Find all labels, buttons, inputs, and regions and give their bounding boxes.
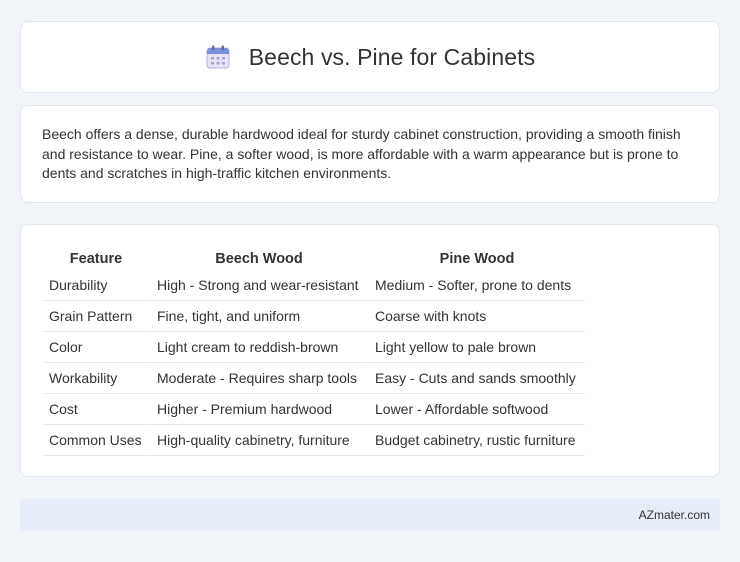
comparison-table: Feature Beech Wood Pine Wood Durability … xyxy=(43,245,585,456)
cell-feature: Durability xyxy=(43,270,149,301)
cell-pine: Coarse with knots xyxy=(367,301,585,332)
table-row: Grain Pattern Fine, tight, and uniform C… xyxy=(43,301,585,332)
cell-pine: Lower - Affordable softwood xyxy=(367,394,585,425)
cell-beech: Light cream to reddish-brown xyxy=(149,332,367,363)
cell-beech: Higher - Premium hardwood xyxy=(149,394,367,425)
table-row: Common Uses High-quality cabinetry, furn… xyxy=(43,425,585,456)
calendar-icon xyxy=(206,45,230,69)
table-row: Color Light cream to reddish-brown Light… xyxy=(43,332,585,363)
table-row: Cost Higher - Premium hardwood Lower - A… xyxy=(43,394,585,425)
table-header-row: Feature Beech Wood Pine Wood xyxy=(43,245,585,270)
column-header-beech: Beech Wood xyxy=(149,245,367,270)
cell-feature: Workability xyxy=(43,363,149,394)
description-card: Beech offers a dense, durable hardwood i… xyxy=(20,105,720,203)
cell-beech: Fine, tight, and uniform xyxy=(149,301,367,332)
footer-bar: AZmater.com xyxy=(20,499,720,531)
cell-feature: Grain Pattern xyxy=(43,301,149,332)
cell-beech: Moderate - Requires sharp tools xyxy=(149,363,367,394)
title-group: Beech vs. Pine for Cabinets xyxy=(205,44,536,71)
column-header-feature: Feature xyxy=(69,251,123,267)
cell-feature: Cost xyxy=(43,394,149,425)
cell-feature: Common Uses xyxy=(43,425,149,456)
cell-feature: Color xyxy=(43,332,149,363)
page-title: Beech vs. Pine for Cabinets xyxy=(248,43,536,70)
title-card: Beech vs. Pine for Cabinets xyxy=(20,21,720,93)
footer-site-link[interactable]: AZmater.com xyxy=(639,508,710,522)
cell-pine: Budget cabinetry, rustic furniture xyxy=(367,425,585,456)
cell-beech: High - Strong and wear-resistant xyxy=(149,270,367,301)
comparison-card: Feature Beech Wood Pine Wood Durability … xyxy=(20,224,720,477)
cell-pine: Light yellow to pale brown xyxy=(367,332,585,363)
cell-beech: High-quality cabinetry, furniture xyxy=(149,425,367,456)
cell-pine: Medium - Softer, prone to dents xyxy=(367,270,585,301)
table-row: Durability High - Strong and wear-resist… xyxy=(43,270,585,301)
table-row: Workability Moderate - Requires sharp to… xyxy=(43,363,585,394)
column-header-pine: Pine Wood xyxy=(367,245,585,270)
description-text: Beech offers a dense, durable hardwood i… xyxy=(42,126,681,181)
cell-pine: Easy - Cuts and sands smoothly xyxy=(367,363,585,394)
